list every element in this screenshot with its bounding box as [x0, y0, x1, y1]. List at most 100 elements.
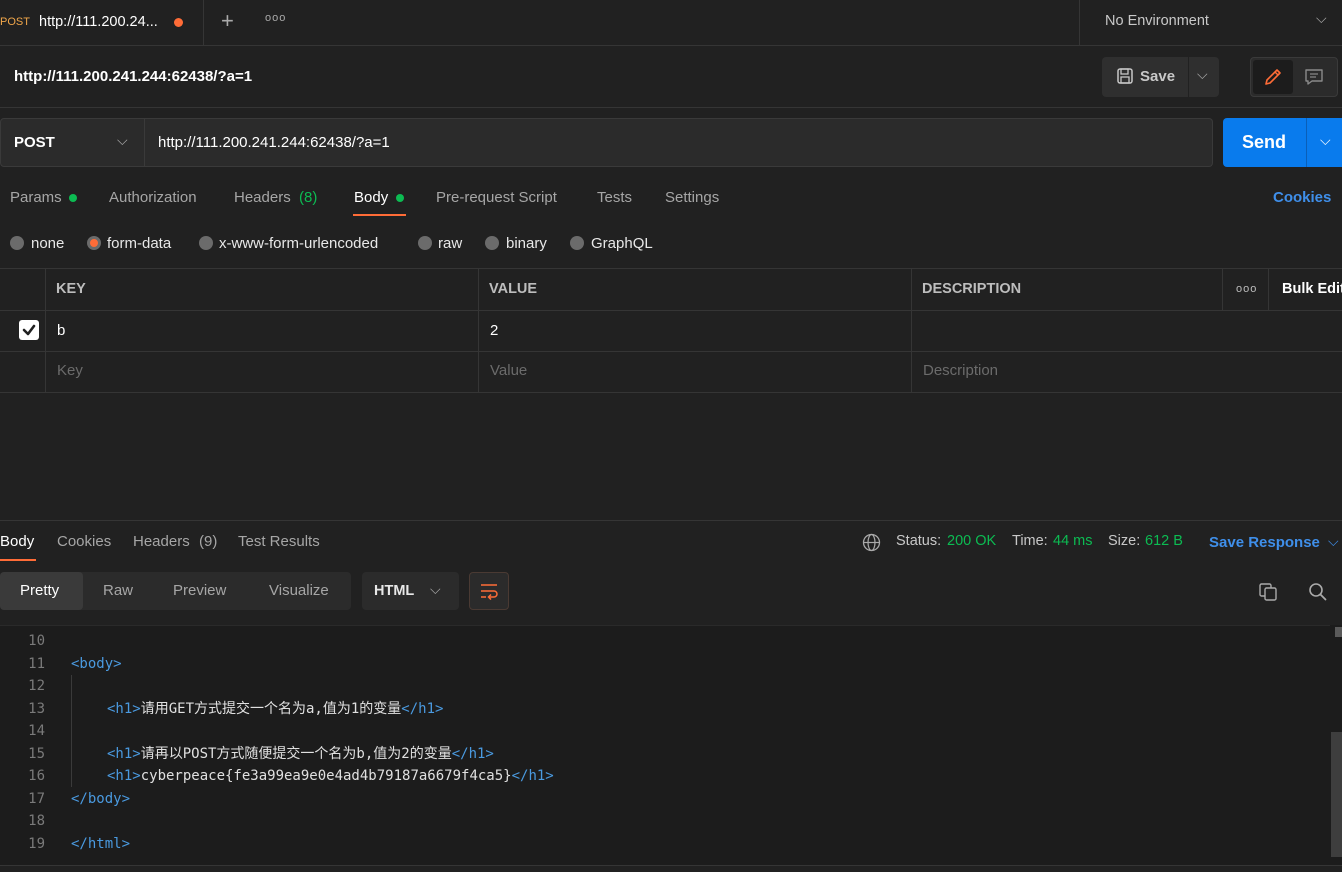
code-tag-close: </h1> [401, 700, 444, 717]
row-key-cell[interactable]: b [57, 322, 65, 339]
radio-binary-label: binary [506, 235, 547, 252]
tab-authorization[interactable]: Authorization [109, 189, 197, 206]
comment-icon[interactable] [1304, 67, 1324, 87]
table-column-border [1268, 268, 1269, 310]
tab-body[interactable]: Body [354, 189, 388, 206]
new-value-input[interactable]: Value [490, 362, 527, 379]
time-value[interactable]: 44 ms [1053, 533, 1093, 549]
cookies-link[interactable]: Cookies [1273, 189, 1331, 206]
checkmark-icon [22, 324, 36, 336]
radio-form-data-label: form-data [107, 235, 172, 252]
table-column-border [911, 268, 912, 393]
column-header-value: VALUE [489, 281, 538, 297]
row-value-cell[interactable]: 2 [490, 322, 498, 339]
line-number: 14 [28, 723, 45, 739]
tab-headers[interactable]: Headers [234, 189, 291, 206]
view-raw-button[interactable]: Raw [103, 582, 133, 599]
size-value[interactable]: 612 B [1145, 533, 1183, 549]
code-content: <h1>请再以POST方式随便提交一个名为b,值为2的变量</h1> [107, 743, 494, 766]
radio-binary[interactable] [485, 236, 499, 250]
tab-more-icon[interactable]: ooo [265, 12, 286, 24]
search-icon[interactable] [1308, 582, 1327, 601]
new-description-input[interactable]: Description [923, 362, 998, 379]
code-tag-open: </html> [71, 835, 131, 852]
response-tab-headers[interactable]: Headers [133, 533, 190, 550]
save-response-button[interactable]: Save Response [1209, 534, 1320, 551]
globe-icon[interactable] [862, 533, 881, 552]
chevron-down-icon: ⌵ [1197, 66, 1208, 82]
response-tab-test-results[interactable]: Test Results [238, 533, 320, 550]
code-line: 12 [0, 675, 1330, 698]
column-header-key: KEY [56, 281, 86, 297]
table-column-border [478, 268, 479, 393]
chevron-down-icon: ⌵ [1316, 10, 1327, 26]
code-content: </body> [71, 788, 130, 811]
line-number: 15 [28, 745, 45, 762]
headers-count: (8) [299, 189, 318, 206]
body-active-dot-icon [396, 194, 404, 202]
code-tag-close: </h1> [511, 768, 554, 784]
radio-form-data[interactable] [87, 236, 101, 250]
status-value[interactable]: 200 OK [947, 533, 996, 549]
view-visualize-button[interactable]: Visualize [269, 582, 329, 599]
copy-icon[interactable] [1258, 582, 1278, 602]
indent-guide [71, 675, 72, 787]
divider [0, 107, 1342, 108]
radio-urlencoded-label: x-www-form-urlencoded [219, 235, 379, 252]
code-line: 19 </html> [0, 833, 1330, 856]
table-more-icon[interactable]: ooo [1236, 283, 1257, 295]
new-tab-plus-icon[interactable]: + [221, 10, 239, 33]
code-line: 18 [0, 810, 1330, 833]
response-divider[interactable] [0, 520, 1342, 521]
code-tag-open: <body> [71, 655, 122, 672]
response-tab-body[interactable]: Body [0, 533, 34, 550]
line-number: 13 [28, 700, 45, 717]
table-column-border [45, 268, 46, 393]
wrap-lines-icon [481, 584, 498, 600]
scrollbar-marker [1335, 627, 1342, 637]
radio-graphql[interactable] [570, 236, 584, 250]
response-code-viewer[interactable]: 10 11 <body> 12 13 <h1>请用GET方式提交一个名为a,值为1的变量<… [0, 625, 1330, 865]
radio-none[interactable] [10, 236, 24, 250]
scrollbar-thumb[interactable] [1331, 732, 1342, 857]
request-title[interactable]: http://111.200.241.244:62438/?a=1 [14, 68, 252, 85]
code-tag-open: <h1> [107, 745, 141, 762]
code-line: 13 <h1>请用GET方式提交一个名为a,值为1的变量</h1> [0, 698, 1330, 721]
code-tag-open: </body> [71, 790, 131, 807]
url-input[interactable] [145, 118, 1213, 167]
send-options-chevron-icon[interactable]: ⌵ [1320, 132, 1331, 149]
code-line: 10 [0, 630, 1330, 653]
column-header-description: DESCRIPTION [922, 281, 1022, 297]
tab-settings[interactable]: Settings [665, 189, 719, 206]
view-preview-button[interactable]: Preview [173, 582, 226, 599]
active-tab-underline [353, 214, 406, 216]
code-line: 17 </body> [0, 788, 1330, 811]
bulk-edit-button[interactable]: Bulk Edit [1282, 281, 1342, 297]
params-active-dot-icon [69, 194, 77, 202]
tab-pre-request-script[interactable]: Pre-request Script [436, 189, 557, 206]
line-number: 10 [28, 633, 45, 649]
radio-urlencoded[interactable] [199, 236, 213, 250]
table-border [0, 268, 1342, 269]
chevron-down-icon[interactable]: ⌵ [1328, 533, 1339, 550]
code-text: 请再以POST方式随便提交一个名为b,值为2的变量 [140, 745, 452, 762]
code-line: 11 <body> [0, 653, 1330, 676]
response-tab-cookies[interactable]: Cookies [57, 533, 111, 550]
code-text: cyberpeace{fe3a99ea9e0e4ad4b79187a6679f4… [140, 768, 512, 784]
radio-graphql-label: GraphQL [591, 235, 653, 252]
pencil-icon [1265, 69, 1281, 85]
environment-label: No Environment [1105, 13, 1209, 29]
tab-params[interactable]: Params [10, 189, 62, 206]
size-label: Size: [1108, 533, 1141, 549]
radio-none-label: none [31, 235, 65, 252]
radio-raw[interactable] [418, 236, 432, 250]
table-border [0, 310, 1342, 311]
row-checkbox[interactable] [19, 320, 39, 340]
code-line: 16 <h1>cyberpeace{fe3a99ea9e0e4ad4b79187a… [0, 765, 1330, 788]
save-button-label: Save [1140, 68, 1176, 85]
tab-tests[interactable]: Tests [597, 189, 632, 206]
table-border [0, 392, 1342, 393]
tab-method-label: POST [0, 16, 30, 28]
code-tag-open: <h1> [107, 700, 141, 717]
new-key-input[interactable]: Key [57, 362, 83, 379]
